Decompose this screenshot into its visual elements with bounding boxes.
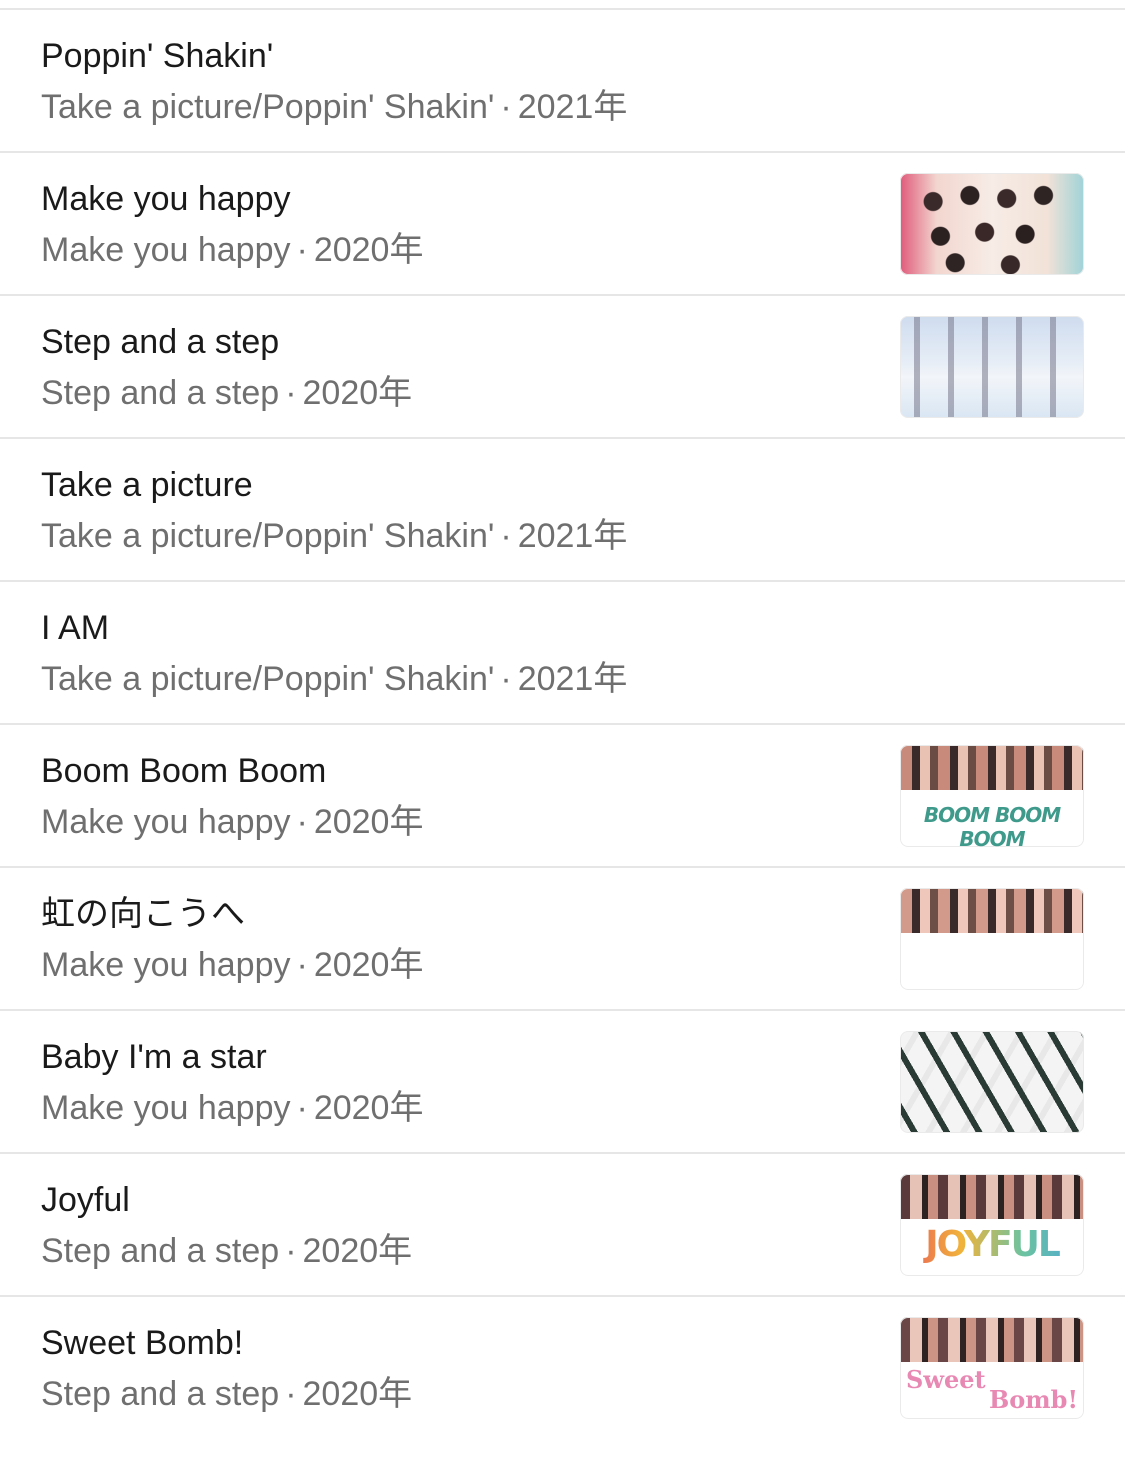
separator-dot: · <box>296 1089 308 1127</box>
song-title: Joyful <box>41 1181 130 1219</box>
separator-dot: · <box>500 88 512 126</box>
album-name: Make you happy <box>41 803 291 841</box>
release-year: 2020年 <box>313 803 424 841</box>
top-divider <box>0 0 1125 10</box>
song-title: Make you happy <box>41 180 291 218</box>
song-subtitle: Take a picture/Poppin' Shakin' · 2021年 <box>41 659 627 699</box>
song-subtitle: Make you happy · 2020年 <box>41 1088 423 1128</box>
song-subtitle: Make you happy · 2020年 <box>41 945 423 985</box>
album-name: Take a picture/Poppin' Shakin' <box>41 88 495 126</box>
album-art-text: JOYFUL <box>900 1224 1084 1265</box>
song-subtitle: Make you happy · 2020年 <box>41 230 423 270</box>
album-name: Step and a step <box>41 1375 280 1413</box>
song-subtitle: Step and a step · 2020年 <box>41 1374 412 1414</box>
song-subtitle: Step and a step · 2020年 <box>41 1231 412 1271</box>
album-art-thumbnail <box>900 1031 1084 1133</box>
release-year: 2020年 <box>313 231 424 269</box>
album-art-text: BOOM BOOM BOOM <box>923 803 1061 847</box>
song-title: Baby I'm a star <box>41 1038 267 1076</box>
separator-dot: · <box>500 517 512 555</box>
release-year: 2020年 <box>302 1232 413 1270</box>
album-name: Step and a step <box>41 1232 280 1270</box>
separator-dot: · <box>296 946 308 984</box>
song-title: 虹の向こうへ <box>41 895 245 933</box>
song-row[interactable]: Make you happy Make you happy · 2020年 <box>0 153 1125 296</box>
song-subtitle: Take a picture/Poppin' Shakin' · 2021年 <box>41 516 627 556</box>
album-name: Make you happy <box>41 231 291 269</box>
song-row[interactable]: Baby I'm a star Make you happy · 2020年 <box>0 1011 1125 1154</box>
song-row[interactable]: Take a picture Take a picture/Poppin' Sh… <box>0 439 1125 582</box>
song-title: Sweet Bomb! <box>41 1324 244 1362</box>
release-year: 2021年 <box>517 88 628 126</box>
release-year: 2020年 <box>302 374 413 412</box>
release-year: 2021年 <box>517 517 628 555</box>
album-art-text: Bomb! <box>988 1385 1078 1414</box>
album-art-thumbnail: BOOM BOOM BOOM <box>900 745 1084 847</box>
song-row[interactable]: Sweet Bomb! Step and a step · 2020年 Sweet … <box>0 1297 1125 1440</box>
separator-dot: · <box>500 660 512 698</box>
album-name: Make you happy <box>41 946 291 984</box>
song-subtitle: Take a picture/Poppin' Shakin' · 2021年 <box>41 87 627 127</box>
album-art-text: Sweet <box>906 1365 986 1394</box>
separator-dot: · <box>296 803 308 841</box>
release-year: 2020年 <box>313 946 424 984</box>
album-art-thumbnail <box>900 888 1084 990</box>
song-list: Poppin' Shakin' Take a picture/Poppin' S… <box>0 10 1125 1440</box>
song-row[interactable]: Step and a step Step and a step · 2020年 <box>0 296 1125 439</box>
album-art-thumbnail: Sweet Bomb! <box>900 1317 1084 1419</box>
separator-dot: · <box>296 231 308 269</box>
song-title: Step and a step <box>41 323 280 361</box>
album-art-thumbnail: JOYFUL <box>900 1174 1084 1276</box>
album-name: Step and a step <box>41 374 280 412</box>
song-row[interactable]: I AM Take a picture/Poppin' Shakin' · 2021… <box>0 582 1125 725</box>
song-title: Boom Boom Boom <box>41 752 327 790</box>
album-art-thumbnail <box>900 316 1084 418</box>
song-title: I AM <box>41 609 110 647</box>
album-name: Take a picture/Poppin' Shakin' <box>41 660 495 698</box>
release-year: 2020年 <box>302 1375 413 1413</box>
song-row[interactable]: Joyful Step and a step · 2020年 JOYFUL <box>0 1154 1125 1297</box>
song-subtitle: Step and a step · 2020年 <box>41 373 412 413</box>
song-subtitle: Make you happy · 2020年 <box>41 802 423 842</box>
separator-dot: · <box>285 1375 297 1413</box>
album-name: Take a picture/Poppin' Shakin' <box>41 517 495 555</box>
song-title: Poppin' Shakin' <box>41 37 274 75</box>
song-row[interactable]: Poppin' Shakin' Take a picture/Poppin' S… <box>0 10 1125 153</box>
separator-dot: · <box>285 374 297 412</box>
song-row[interactable]: 虹の向こうへ Make you happy · 2020年 <box>0 868 1125 1011</box>
album-art-thumbnail <box>900 173 1084 275</box>
song-row[interactable]: Boom Boom Boom Make you happy · 2020年 BOOM… <box>0 725 1125 868</box>
separator-dot: · <box>285 1232 297 1270</box>
album-name: Make you happy <box>41 1089 291 1127</box>
release-year: 2020年 <box>313 1089 424 1127</box>
release-year: 2021年 <box>517 660 628 698</box>
song-title: Take a picture <box>41 466 253 504</box>
